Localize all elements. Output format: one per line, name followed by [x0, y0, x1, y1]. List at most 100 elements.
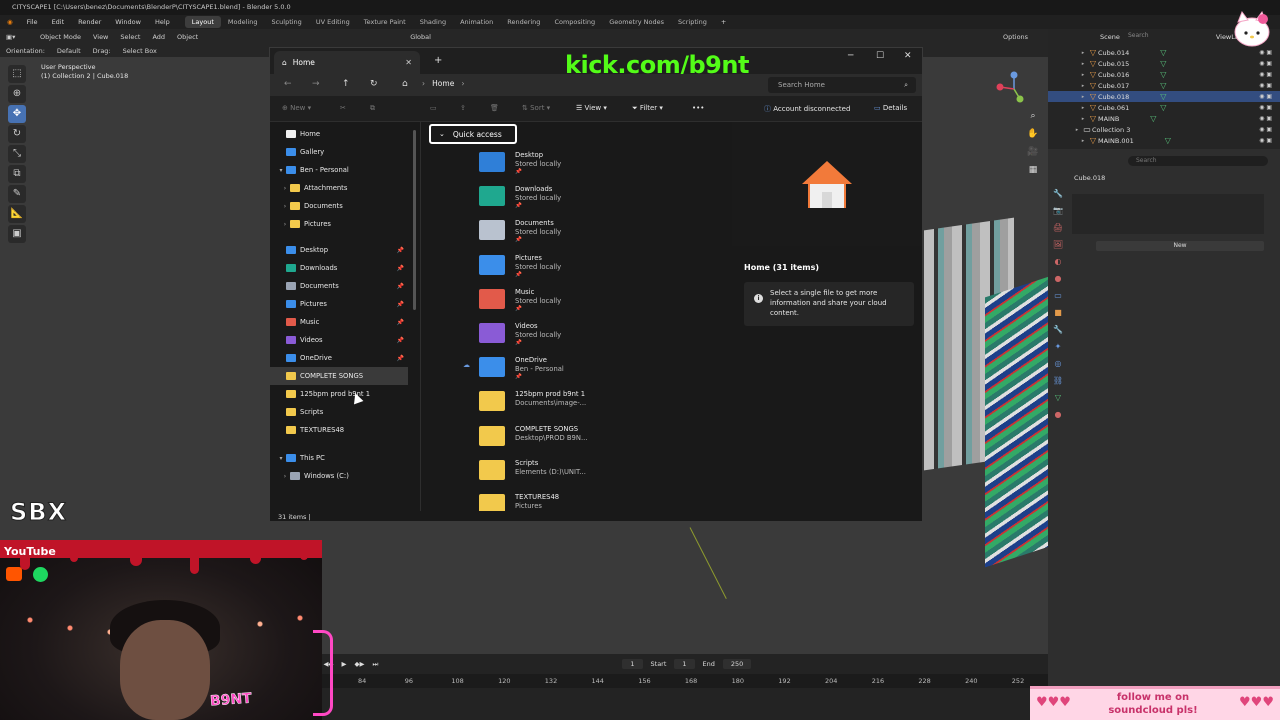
tab-home[interactable]: ⌂ Home ✕: [274, 51, 420, 74]
back-icon[interactable]: ←: [284, 79, 292, 89]
maximize-icon[interactable]: ☐: [876, 51, 884, 61]
tool-tab-icon[interactable]: 🔧: [1052, 189, 1064, 201]
share-icon[interactable]: ⇪: [460, 104, 466, 112]
material-slot-list[interactable]: [1072, 194, 1264, 234]
transform-tool-icon[interactable]: ⧉: [8, 165, 26, 183]
expand-arrow-icon[interactable]: ▸: [1078, 116, 1088, 122]
expand-arrow-icon[interactable]: ▸: [1078, 61, 1088, 67]
current-frame[interactable]: 1: [622, 659, 643, 669]
rotate-tool-icon[interactable]: ↻: [8, 125, 26, 143]
workspace-tab-modeling[interactable]: Modeling: [221, 16, 265, 28]
refresh-icon[interactable]: ↻: [370, 79, 378, 89]
cut-icon[interactable]: ✂: [340, 104, 346, 112]
new-material-button[interactable]: New: [1096, 241, 1264, 251]
menu-help[interactable]: Help: [148, 18, 177, 26]
nav-item[interactable]: Scripts: [270, 403, 408, 421]
physics-tab-icon[interactable]: ◎: [1052, 359, 1064, 371]
nav-item[interactable]: ▾ Ben - Personal: [270, 161, 408, 179]
end-frame[interactable]: 250: [722, 659, 752, 669]
visibility-eye-icon[interactable]: ◉ ▣: [1259, 137, 1272, 144]
workspace-tab-shading[interactable]: Shading: [413, 16, 453, 28]
menu-edit[interactable]: Edit: [45, 18, 72, 26]
render-tab-icon[interactable]: 📷: [1052, 206, 1064, 218]
nav-scrollbar[interactable]: [413, 130, 416, 310]
delete-icon[interactable]: 🗑: [490, 104, 499, 112]
quick-access-item[interactable]: Pictures Stored locally 📌: [479, 251, 719, 285]
expand-arrow-icon[interactable]: ›: [280, 185, 290, 192]
nav-item[interactable]: Home: [270, 125, 408, 143]
drag-value[interactable]: Select Box: [117, 47, 163, 55]
workspace-tab-rendering[interactable]: Rendering: [500, 16, 547, 28]
move-tool-icon[interactable]: ✥: [8, 105, 26, 123]
expand-arrow-icon[interactable]: ›: [280, 473, 290, 480]
minimize-icon[interactable]: ─: [848, 51, 853, 61]
sort-button[interactable]: ⇅ Sort ▾: [522, 104, 550, 112]
nav-item[interactable]: Documents 📌: [270, 277, 408, 295]
workspace-tab-compositing[interactable]: Compositing: [547, 16, 602, 28]
workspace-tab-geometry-nodes[interactable]: Geometry Nodes: [602, 16, 671, 28]
nav-item[interactable]: Downloads 📌: [270, 259, 408, 277]
grid-view-icon[interactable]: ▦: [1026, 163, 1040, 177]
workspace-tab-scripting[interactable]: Scripting: [671, 16, 714, 28]
outliner-search[interactable]: Search: [1128, 32, 1149, 39]
expand-arrow-icon[interactable]: ▸: [1078, 138, 1088, 144]
view-button[interactable]: ☰ View ▾: [576, 104, 607, 112]
output-tab-icon[interactable]: 🖨: [1052, 223, 1064, 235]
quick-access-item[interactable]: Desktop Stored locally 📌: [479, 148, 719, 182]
outliner-row[interactable]: ▸ ▽ Cube.016 ▽ ◉ ▣: [1048, 69, 1280, 80]
workspace-tab-uv-editing[interactable]: UV Editing: [309, 16, 357, 28]
particles-tab-icon[interactable]: ✦: [1052, 342, 1064, 354]
mode-select[interactable]: Object Mode: [34, 33, 87, 41]
workspace-tab-sculpting[interactable]: Sculpting: [264, 16, 308, 28]
scene-selector[interactable]: Scene: [1100, 33, 1120, 41]
visibility-eye-icon[interactable]: ◉ ▣: [1259, 71, 1272, 78]
select-box-tool-icon[interactable]: ⬚: [8, 65, 26, 83]
visibility-eye-icon[interactable]: ◉ ▣: [1259, 60, 1272, 67]
expand-arrow-icon[interactable]: ▸: [1072, 127, 1082, 133]
quick-access-item[interactable]: ☁ OneDrive Ben - Personal 📌: [463, 353, 719, 387]
account-status[interactable]: ⓘ Account disconnected: [764, 104, 850, 114]
quick-access-item[interactable]: TEXTURES48 Pictures: [479, 490, 719, 511]
workspace-tab-animation[interactable]: Animation: [453, 16, 500, 28]
expand-arrow-icon[interactable]: ›: [280, 203, 290, 210]
view-layer-tab-icon[interactable]: 🖼: [1052, 240, 1064, 252]
nav-item[interactable]: OneDrive 📌: [270, 349, 408, 367]
quick-access-item[interactable]: COMPLETE SONGS Desktop\PROD B9N...: [479, 422, 719, 456]
nav-item[interactable]: COMPLETE SONGS: [270, 367, 408, 385]
nav-item[interactable]: › Windows (C:): [270, 467, 408, 485]
nav-item[interactable]: Desktop 📌: [270, 241, 408, 259]
menu-file[interactable]: File: [20, 18, 45, 26]
nav-item[interactable]: › Documents: [270, 197, 408, 215]
zoom-icon[interactable]: ⌕: [1026, 109, 1040, 123]
expand-arrow-icon[interactable]: ›: [280, 221, 290, 228]
workspace-tab-layout[interactable]: Layout: [184, 16, 221, 28]
expand-arrow-icon[interactable]: ▾: [276, 455, 286, 462]
view-menu[interactable]: View: [87, 33, 114, 41]
visibility-eye-icon[interactable]: ◉ ▣: [1259, 104, 1272, 111]
add-workspace-icon[interactable]: +: [714, 18, 733, 26]
next-key-icon[interactable]: ◆▶: [355, 660, 365, 668]
outliner-row[interactable]: ▸ ▽ Cube.061 ▽ ◉ ▣: [1048, 102, 1280, 113]
properties-search[interactable]: Search: [1128, 156, 1268, 166]
details-button[interactable]: ▭ Details: [874, 104, 907, 112]
visibility-eye-icon[interactable]: ◉ ▣: [1259, 93, 1272, 100]
visibility-eye-icon[interactable]: ◉ ▣: [1259, 82, 1272, 89]
modifier-tab-icon[interactable]: 🔧: [1052, 325, 1064, 337]
quick-access-item[interactable]: 125bpm prod b9nt 1 Documents\image-...: [479, 387, 719, 421]
quick-access-item[interactable]: Documents Stored locally 📌: [479, 216, 719, 250]
expand-arrow-icon[interactable]: ▾: [276, 167, 286, 174]
nav-item[interactable]: ▾ This PC: [270, 449, 408, 467]
expand-arrow-icon[interactable]: ▸: [1078, 94, 1088, 100]
quick-access-item[interactable]: Downloads Stored locally 📌: [479, 182, 719, 216]
outliner-row[interactable]: ▸ ▽ MAINB ▽ ◉ ▣: [1048, 113, 1280, 124]
nav-item[interactable]: › Pictures: [270, 215, 408, 233]
breadcrumb[interactable]: › Home ›: [422, 79, 464, 88]
visibility-eye-icon[interactable]: ◉ ▣: [1259, 115, 1272, 122]
scene-tab-icon[interactable]: ◐: [1052, 257, 1064, 269]
expand-arrow-icon[interactable]: ▸: [1078, 83, 1088, 89]
world-tab-icon[interactable]: ●: [1052, 274, 1064, 286]
select-menu[interactable]: Select: [114, 33, 146, 41]
new-button[interactable]: ⊕ New ▾: [282, 104, 311, 112]
expand-arrow-icon[interactable]: ▸: [1078, 50, 1088, 56]
collection-tab-icon[interactable]: ▭: [1052, 291, 1064, 303]
